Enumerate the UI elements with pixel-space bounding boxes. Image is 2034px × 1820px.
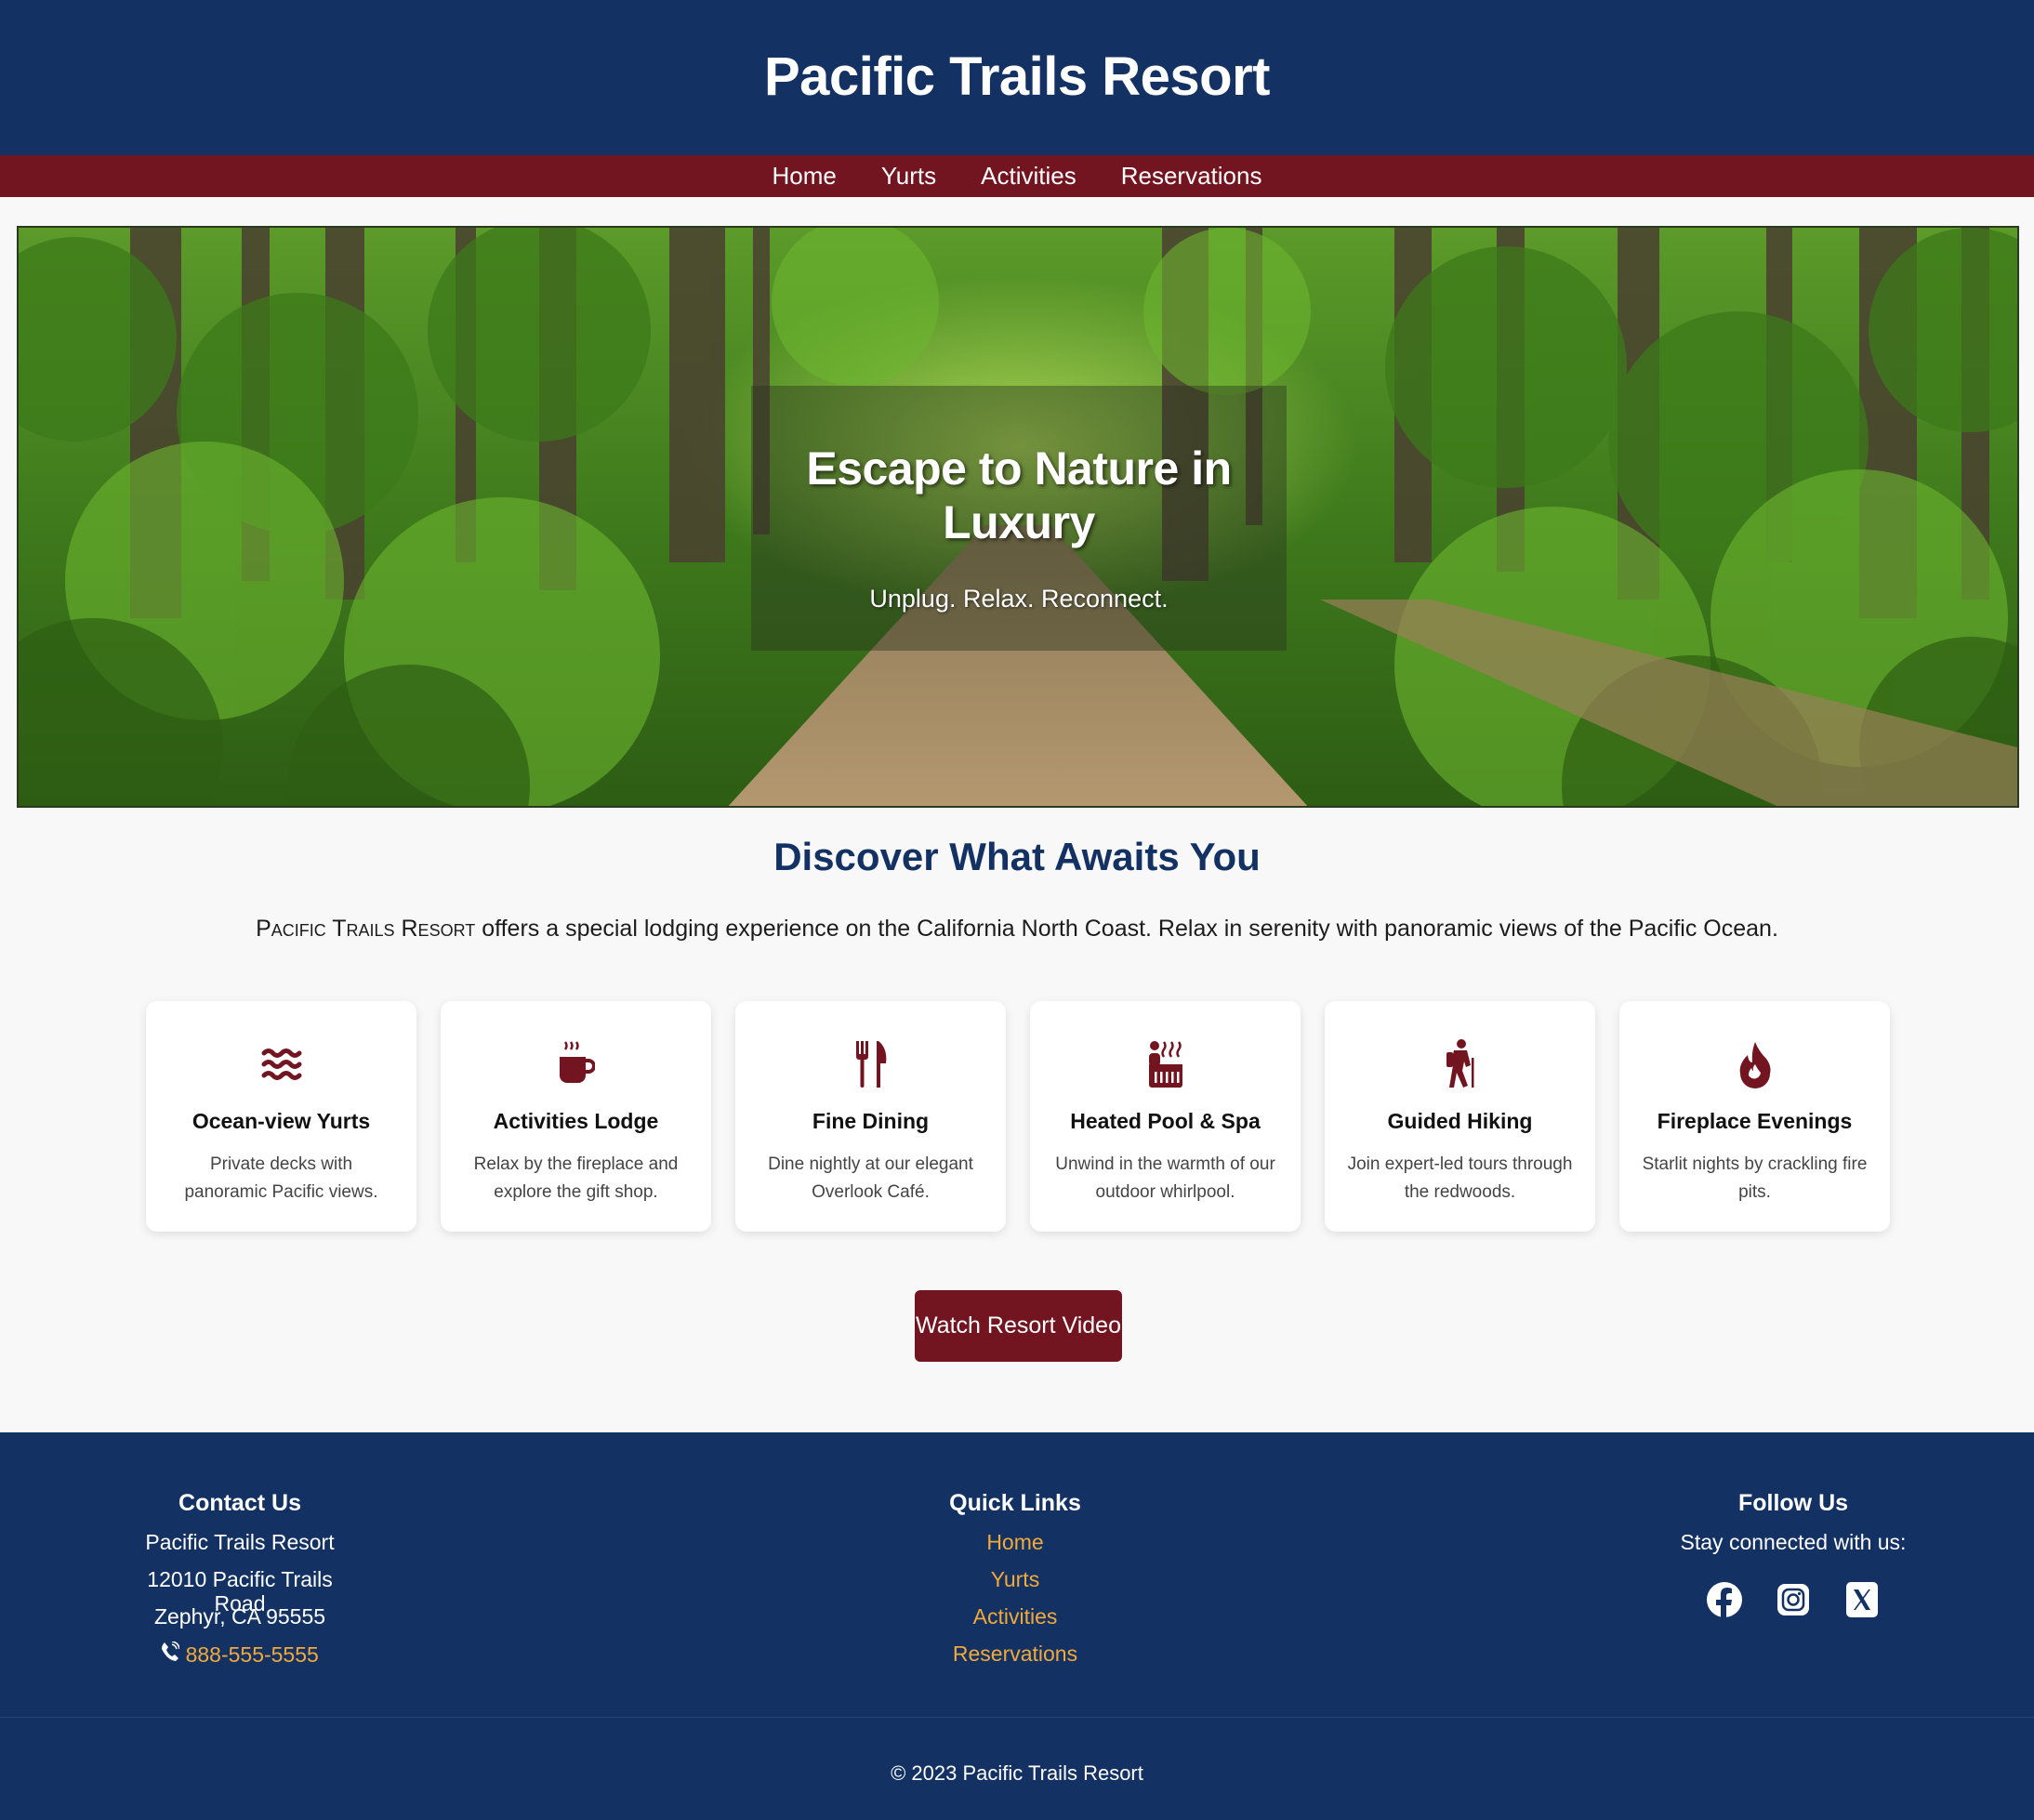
hero-tagline: Unplug. Relax. Reconnect. — [869, 585, 1169, 613]
feature-title: Heated Pool & Spa — [1070, 1109, 1261, 1133]
contact-title: Contact Us — [178, 1490, 301, 1516]
contact-street: 12010 Pacific Trails Road — [147, 1567, 333, 1616]
feature-title: Fine Dining — [812, 1109, 930, 1133]
hero-banner: Escape to Nature in Luxury Unplug. Relax… — [17, 226, 2019, 808]
feature-title: Ocean-view Yurts — [192, 1109, 371, 1133]
utensils-icon — [735, 1038, 1006, 1090]
hero-heading: Escape to Nature in Luxury — [806, 442, 1232, 548]
footer-quick-links: Quick Links Home Yurts Activities Reserv… — [876, 1490, 1155, 1679]
hot-tub-icon — [1030, 1038, 1301, 1090]
feature-card: Heated Pool & Spa Unwind in the warmth o… — [1030, 1001, 1301, 1232]
main-nav: Home Yurts Activities Reservations — [0, 155, 2034, 197]
feature-desc: Private decks with panoramic Pacific vie… — [184, 1154, 378, 1202]
nav-home[interactable]: Home — [773, 162, 837, 191]
contact-phone-link[interactable]: 888-555-5555 — [186, 1642, 319, 1667]
contact-name: Pacific Trails Resort — [145, 1530, 335, 1554]
site-footer: Contact Us Pacific Trails Resort 12010 P… — [0, 1432, 2034, 1820]
contact-city: Zephyr, CA 95555 — [153, 1604, 326, 1629]
feature-card: Ocean-view Yurts Private decks with pano… — [146, 1001, 416, 1232]
instagram-icon[interactable] — [1775, 1576, 1812, 1623]
feature-title: Activities Lodge — [493, 1109, 659, 1133]
site-title: Pacific Trails Resort — [764, 46, 1270, 107]
feature-desc: Unwind in the warmth of our outdoor whir… — [1055, 1154, 1275, 1202]
intro-brand: Pacific Trails Resort — [256, 916, 476, 942]
follow-text: Stay connected with us: — [1680, 1530, 1907, 1554]
coffee-mug-icon — [441, 1038, 711, 1090]
copyright: © 2023 Pacific Trails Resort — [891, 1761, 1143, 1785]
feature-desc: Join expert-led tours through the redwoo… — [1347, 1154, 1573, 1202]
nav-reservations[interactable]: Reservations — [1121, 162, 1262, 191]
feature-desc: Relax by the fireplace and explore the g… — [473, 1154, 679, 1202]
footer-link-activities[interactable]: Activities — [973, 1604, 1058, 1629]
follow-title: Follow Us — [1737, 1490, 1849, 1516]
feature-desc: Starlit nights by crackling fire pits. — [1642, 1154, 1868, 1202]
footer-link-yurts[interactable]: Yurts — [991, 1567, 1039, 1591]
discover-intro: Pacific Trails Resort offers a special l… — [0, 916, 2034, 943]
discover-title: Discover What Awaits You — [773, 835, 1261, 878]
water-waves-icon — [146, 1038, 416, 1090]
social-links — [1658, 1576, 1928, 1623]
intro-text: offers a special lodging experience on t… — [475, 916, 1778, 942]
nav-activities[interactable]: Activities — [981, 162, 1076, 191]
contact-phone-row: 888-555-5555 — [119, 1641, 361, 1679]
watch-video-button[interactable]: Watch Resort Video — [915, 1290, 1122, 1362]
fire-icon — [1619, 1038, 1890, 1090]
feature-title: Guided Hiking — [1387, 1109, 1533, 1133]
x-twitter-icon[interactable] — [1843, 1576, 1881, 1623]
feature-cards: Ocean-view Yurts Private decks with pano… — [146, 1001, 1891, 1232]
hiker-icon — [1325, 1038, 1595, 1090]
footer-link-reservations[interactable]: Reservations — [953, 1642, 1077, 1666]
hero-overlay: Escape to Nature in Luxury Unplug. Relax… — [751, 386, 1287, 651]
feature-card: Fine Dining Dine nightly at our elegant … — [735, 1001, 1006, 1232]
nav-yurts[interactable]: Yurts — [881, 162, 936, 191]
feature-card: Fireplace Evenings Starlit nights by cra… — [1619, 1001, 1890, 1232]
site-header: Pacific Trails Resort — [0, 0, 2034, 155]
footer-contact: Contact Us Pacific Trails Resort 12010 P… — [119, 1490, 361, 1679]
phone-icon — [161, 1641, 185, 1667]
feature-desc: Dine nightly at our elegant Overlook Caf… — [768, 1154, 973, 1202]
facebook-icon[interactable] — [1706, 1576, 1743, 1623]
feature-title: Fireplace Evenings — [1657, 1109, 1853, 1133]
feature-card: Guided Hiking Join expert-led tours thro… — [1325, 1001, 1595, 1232]
feature-card: Activities Lodge Relax by the fireplace … — [441, 1001, 711, 1232]
footer-link-home[interactable]: Home — [986, 1530, 1043, 1554]
footer-divider — [0, 1717, 2034, 1718]
quick-links-title: Quick Links — [949, 1490, 1081, 1516]
footer-follow: Follow Us Stay connected with us: — [1658, 1490, 1928, 1623]
